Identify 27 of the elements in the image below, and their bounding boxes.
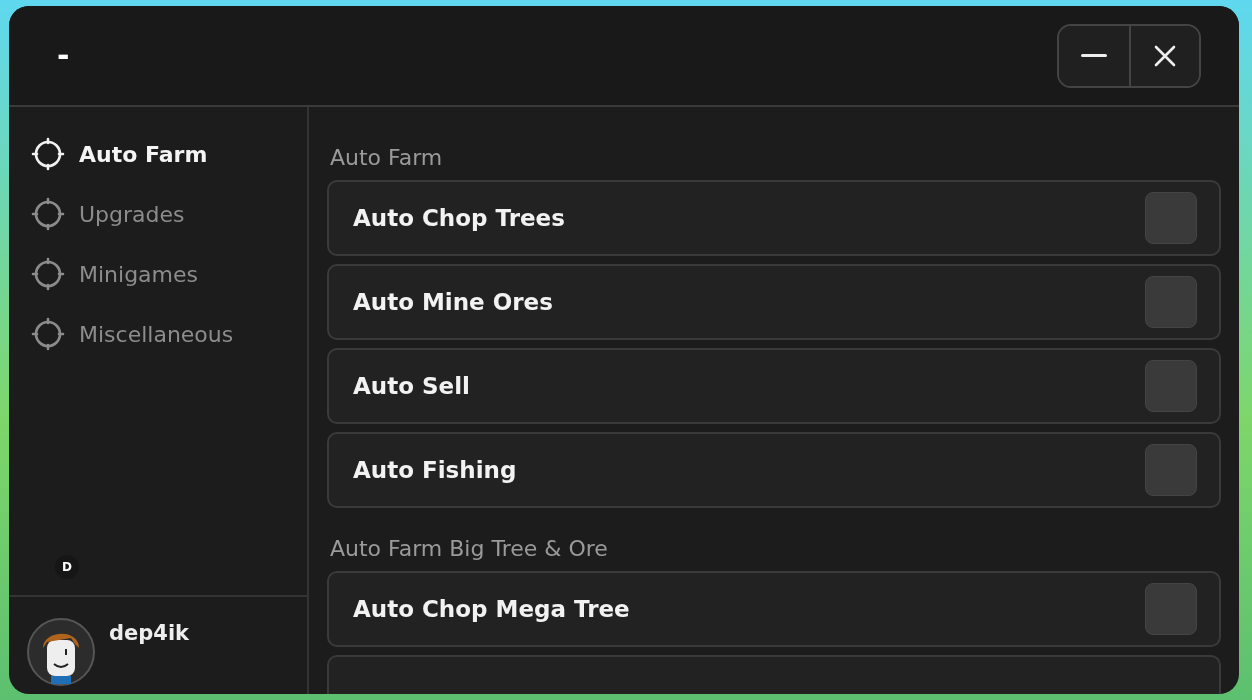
avatar-icon <box>27 617 95 686</box>
checkbox[interactable] <box>1145 360 1197 412</box>
crosshair-icon <box>31 137 65 171</box>
toggle-row[interactable]: Auto Fishing <box>327 432 1221 508</box>
sidebar-item[interactable]: Auto Farm <box>31 137 307 171</box>
checkbox[interactable] <box>1145 583 1197 635</box>
close-icon <box>1154 44 1176 67</box>
toggle-row[interactable]: Auto Sell <box>327 348 1221 424</box>
sidebar-item[interactable]: Miscellaneous <box>31 317 307 351</box>
section-title: Auto Farm <box>329 145 444 170</box>
window-title: - <box>57 38 70 73</box>
checkbox[interactable] <box>1145 192 1197 244</box>
close-button[interactable] <box>1129 25 1199 86</box>
toggle-row[interactable]: Auto Mine Ores <box>327 264 1221 340</box>
crosshair-icon <box>31 257 65 291</box>
checkbox[interactable] <box>1145 444 1197 496</box>
toggle-row[interactable]: Auto Chop Trees <box>327 180 1221 256</box>
sidebar-item[interactable]: Minigames <box>31 257 307 291</box>
section-title: Auto Farm Big Tree & Ore <box>329 536 609 561</box>
sidebar-item[interactable]: Upgrades <box>31 197 307 231</box>
badge: D <box>55 555 79 579</box>
username: dep4ik <box>109 620 190 645</box>
toggle-row[interactable]: Auto Chop Mega Tree <box>327 571 1221 647</box>
checkbox[interactable] <box>1145 276 1197 328</box>
minimize-icon <box>1081 53 1107 58</box>
crosshair-icon <box>31 317 65 351</box>
crosshair-icon <box>31 197 65 231</box>
